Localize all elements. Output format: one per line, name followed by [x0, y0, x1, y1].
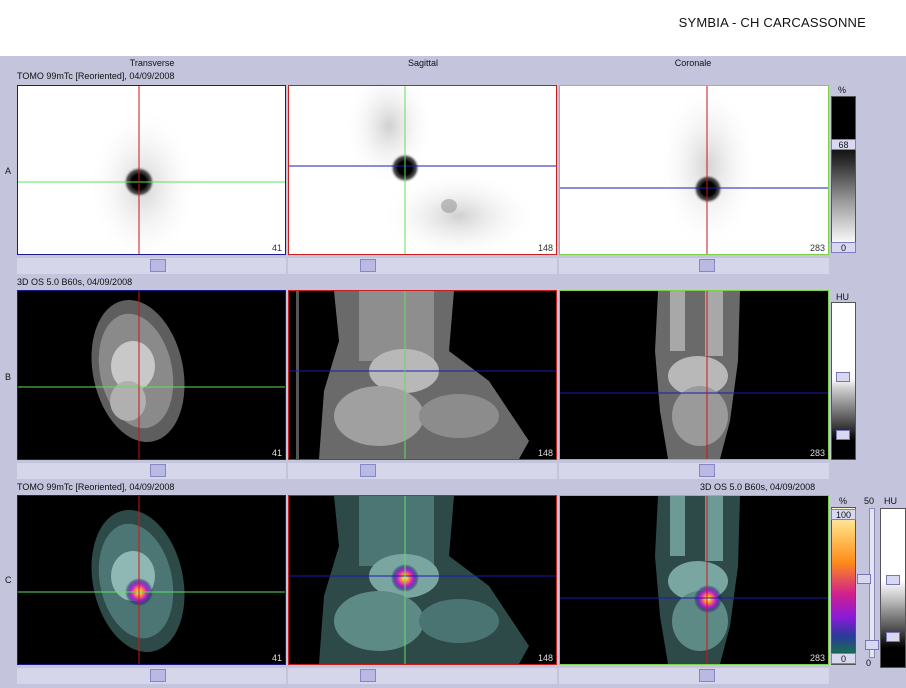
spect-coronal-image [560, 86, 828, 254]
slider-thumb[interactable] [360, 464, 376, 477]
slider-thumb[interactable] [699, 259, 715, 272]
slice-slider-a-coronal[interactable] [559, 258, 829, 274]
slice-number-a-transverse: 41 [271, 243, 282, 253]
row-c-ct-series-label: 3D OS 5.0 B60s, 04/09/2008 [700, 482, 816, 492]
blend-min-label: 0 [866, 658, 872, 668]
slice-slider-c-coronal[interactable] [559, 668, 829, 684]
slice-number-a-sagittal: 148 [537, 243, 553, 253]
row-c-label: C [5, 575, 12, 585]
fusion-transverse-viewport[interactable]: 41 [17, 495, 286, 665]
fusion-sagittal-viewport[interactable]: 148 [288, 495, 557, 665]
fusion-transverse-image [18, 496, 285, 664]
fusion-colorbar[interactable] [831, 507, 856, 665]
ct-coronal-viewport[interactable]: 283 [559, 290, 829, 460]
ct-coronal-image [560, 291, 828, 459]
slice-slider-c-sagittal[interactable] [288, 668, 557, 684]
column-header-coronal: Coronale [674, 58, 712, 68]
spect-sagittal-image [289, 86, 556, 254]
row-c-series-label: TOMO 99mTc [Reoriented], 04/09/2008 [17, 482, 175, 492]
ct-transverse-viewport[interactable]: 41 [17, 290, 286, 460]
colorbar-c-unit: % [839, 496, 848, 506]
blend-max-label: 50 [864, 496, 875, 506]
slice-number-a-coronal: 283 [809, 243, 825, 253]
slice-slider-b-transverse[interactable] [17, 463, 286, 479]
row-a-series-label: TOMO 99mTc [Reoriented], 04/09/2008 [17, 71, 175, 81]
slider-thumb[interactable] [360, 259, 376, 272]
ct-window-handle-top[interactable] [836, 372, 850, 382]
slider-thumb[interactable] [150, 464, 166, 477]
spect-sagittal-viewport[interactable]: 148 [288, 85, 557, 255]
fusion-ct-handle-top[interactable] [886, 575, 900, 585]
colorbar-b-unit: HU [836, 292, 849, 302]
fusion-ct-handle-bottom[interactable] [886, 632, 900, 642]
slice-number-c-sagittal: 148 [537, 653, 553, 663]
hospital-title: SYMBIA - CH CARCASSONNE [678, 15, 866, 30]
slice-number-b-transverse: 41 [271, 448, 282, 458]
spect-colorbar[interactable] [831, 96, 856, 246]
slice-number-b-coronal: 283 [809, 448, 825, 458]
fusion-coronal-image [560, 496, 828, 664]
blend-slider-thumb[interactable] [865, 640, 879, 650]
slice-slider-c-transverse[interactable] [17, 668, 286, 684]
colorbar-c-min[interactable]: 0 [831, 653, 856, 664]
column-header-transverse: Transverse [129, 58, 175, 68]
colorbar-a-min[interactable]: 0 [831, 242, 856, 253]
slider-thumb[interactable] [699, 669, 715, 682]
fusion-sagittal-image [289, 496, 556, 664]
row-b-series-label: 3D OS 5.0 B60s, 04/09/2008 [17, 277, 133, 287]
column-header-sagittal: Sagittal [407, 58, 439, 68]
fusion-threshold-handle[interactable] [857, 574, 871, 584]
slider-thumb[interactable] [360, 669, 376, 682]
slider-thumb[interactable] [699, 464, 715, 477]
slice-number-c-coronal: 283 [809, 653, 825, 663]
row-b-label: B [5, 372, 12, 382]
slice-number-c-transverse: 41 [271, 653, 282, 663]
fusion-ct-colorbar[interactable] [880, 508, 906, 668]
colorbar-a-level[interactable]: 68 [831, 139, 856, 150]
slider-thumb[interactable] [150, 669, 166, 682]
colorbar-c-max[interactable]: 100 [831, 509, 856, 520]
colorbar-a-unit: % [838, 85, 847, 95]
colorbar-c-ct-unit: HU [884, 496, 897, 506]
row-a-label: A [5, 166, 12, 176]
slice-slider-a-transverse[interactable] [17, 258, 286, 274]
spect-transverse-image [18, 86, 285, 254]
slice-slider-b-coronal[interactable] [559, 463, 829, 479]
slice-number-b-sagittal: 148 [537, 448, 553, 458]
ct-window-handle-bottom[interactable] [836, 430, 850, 440]
slider-thumb[interactable] [150, 259, 166, 272]
header-bar: SYMBIA - CH CARCASSONNE [0, 0, 906, 56]
slice-slider-a-sagittal[interactable] [288, 258, 557, 274]
spect-transverse-viewport[interactable]: 41 [17, 85, 286, 255]
fusion-coronal-viewport[interactable]: 283 [559, 495, 829, 665]
slice-slider-b-sagittal[interactable] [288, 463, 557, 479]
ct-sagittal-viewport[interactable]: 148 [288, 290, 557, 460]
ct-sagittal-image [289, 291, 556, 459]
spect-coronal-viewport[interactable]: 283 [559, 85, 829, 255]
ct-transverse-image [18, 291, 285, 459]
